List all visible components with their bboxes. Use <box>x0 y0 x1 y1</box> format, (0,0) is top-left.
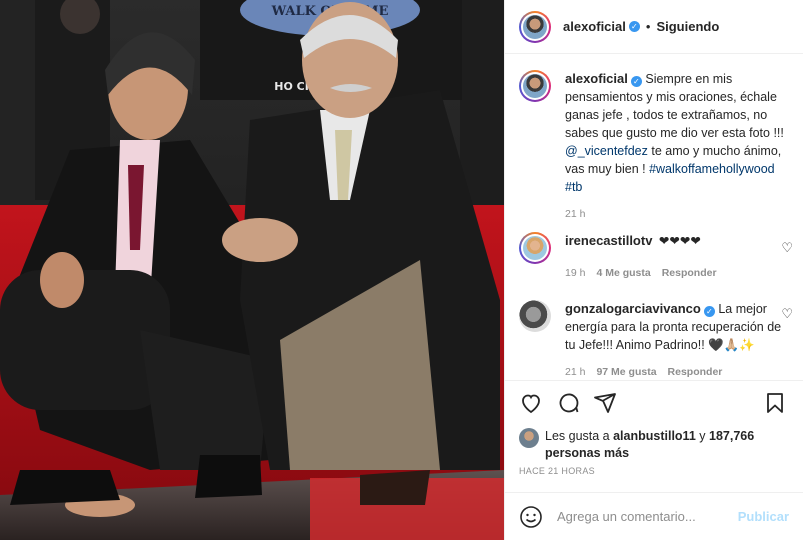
comment-likes[interactable]: 97 Me gusta <box>596 366 656 378</box>
post-photo[interactable]: WALK OF FAME HO CHAMBER RCE <box>0 0 504 540</box>
comment-like-heart-icon[interactable]: ♡ <box>781 306 793 322</box>
caption-time[interactable]: 21 h <box>565 208 585 220</box>
comment-icon[interactable] <box>557 391 581 415</box>
verified-badge-icon: ✓ <box>628 21 640 32</box>
comment-like-heart-icon[interactable]: ♡ <box>781 240 793 256</box>
heart-icon[interactable] <box>519 391 543 415</box>
reply-button[interactable]: Responder <box>662 267 717 279</box>
verified-badge-icon: ✓ <box>630 76 642 87</box>
header-separator: • <box>645 19 651 34</box>
liker-avatar[interactable] <box>519 428 539 448</box>
caption: alexoficial ✓ Siempre en mis pensamientos… <box>519 70 789 223</box>
comment-composer: Publicar <box>505 492 803 540</box>
likes-middle: y <box>695 429 706 443</box>
post-header: alexoficial ✓ • Siguiendo <box>505 0 803 54</box>
post-timestamp[interactable]: HACE 21 HORAS <box>519 466 595 476</box>
comment-text: ❤❤❤❤ <box>658 234 701 248</box>
comment-meta: 21 h 97 Me gusta Responder <box>565 363 789 380</box>
caption-hashtag-link-2[interactable]: #tb <box>565 180 582 194</box>
bookmark-icon[interactable] <box>763 391 787 415</box>
comments-area[interactable]: alexoficial ✓ Siempre en mis pensamientos… <box>505 54 803 380</box>
emoji-icon[interactable] <box>519 505 543 529</box>
comment-username[interactable]: irenecastillotv <box>565 233 652 248</box>
caption-username[interactable]: alexoficial <box>565 71 628 86</box>
publish-button[interactable]: Publicar <box>738 509 789 524</box>
reply-button[interactable]: Responder <box>668 366 723 378</box>
author-username[interactable]: alexoficial <box>563 19 626 34</box>
comment-time[interactable]: 19 h <box>565 267 585 279</box>
following-button[interactable]: Siguiendo <box>656 19 719 34</box>
comment-avatar[interactable] <box>519 232 551 264</box>
comment-input[interactable] <box>555 508 738 525</box>
photo-illustration: WALK OF FAME HO CHAMBER RCE <box>0 0 504 540</box>
instagram-post: WALK OF FAME HO CHAMBER RCE <box>0 0 803 540</box>
comment-item: gonzalogarciavivanco ✓ La mejor energía p… <box>519 300 789 380</box>
comment-likes[interactable]: 4 Me gusta <box>596 267 650 279</box>
liker-username[interactable]: alanbustillo11 <box>613 429 696 443</box>
comment-item: irenecastillotv ❤❤❤❤ 19 h 4 Me gusta Respo… <box>519 232 789 282</box>
verified-badge-icon: ✓ <box>703 306 715 317</box>
action-bar <box>505 380 803 425</box>
share-icon[interactable] <box>593 391 617 415</box>
caption-meta: 21 h <box>565 205 789 223</box>
post-details-panel: alexoficial ✓ • Siguiendo alexoficial ✓ S… <box>504 0 803 540</box>
comment-meta: 19 h 4 Me gusta Responder <box>565 264 789 282</box>
comment-time[interactable]: 21 h <box>565 366 585 378</box>
caption-avatar[interactable] <box>519 70 551 102</box>
author-avatar[interactable] <box>519 10 551 43</box>
caption-hashtag-link[interactable]: #walkoffamehollywood <box>649 162 775 176</box>
comment-avatar[interactable] <box>519 300 551 332</box>
caption-mention-link[interactable]: @_vicentefdez <box>565 144 648 158</box>
likes-prefix: Les gusta a <box>545 429 614 443</box>
likes-summary: Les gusta a alanbustillo11 y 187,766 per… <box>519 428 789 462</box>
comment-username[interactable]: gonzalogarciavivanco <box>565 301 701 316</box>
